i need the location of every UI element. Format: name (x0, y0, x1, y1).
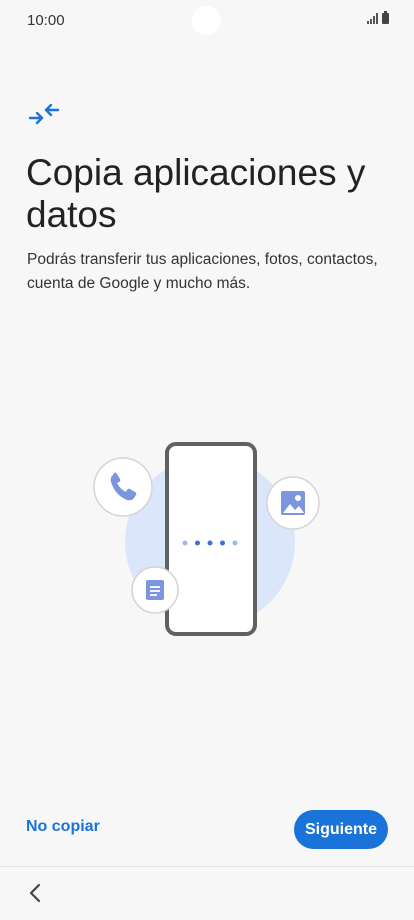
skip-button[interactable]: No copiar (26, 818, 100, 836)
transfer-illustration (93, 442, 320, 636)
transfer-arrows-icon (28, 103, 60, 125)
page-subtitle: Podrás transferir tus aplicaciones, foto… (27, 251, 378, 292)
progress-dot (207, 540, 213, 546)
status-icons (367, 11, 389, 24)
navigation-bar (0, 867, 414, 920)
progress-dot (182, 540, 188, 546)
document-icon (131, 566, 179, 614)
page-title: Copia aplicaciones y datos (26, 152, 366, 235)
back-button[interactable] (22, 879, 50, 907)
status-bar: 10:00 (0, 0, 414, 44)
status-time: 10:00 (27, 12, 65, 29)
progress-dot (195, 540, 200, 546)
camera-cutout (192, 6, 221, 35)
phone-outline (165, 442, 257, 636)
battery-icon (382, 11, 389, 24)
phone-icon (93, 457, 153, 517)
signal-icon (367, 13, 378, 24)
setup-screen: 10:00 Copia aplicaciones y datos Podrás … (0, 0, 414, 920)
next-button[interactable]: Siguiente (294, 810, 388, 849)
progress-dot (220, 540, 225, 546)
progress-dot (232, 540, 238, 546)
back-chevron-icon (29, 883, 41, 903)
image-icon (266, 476, 320, 530)
